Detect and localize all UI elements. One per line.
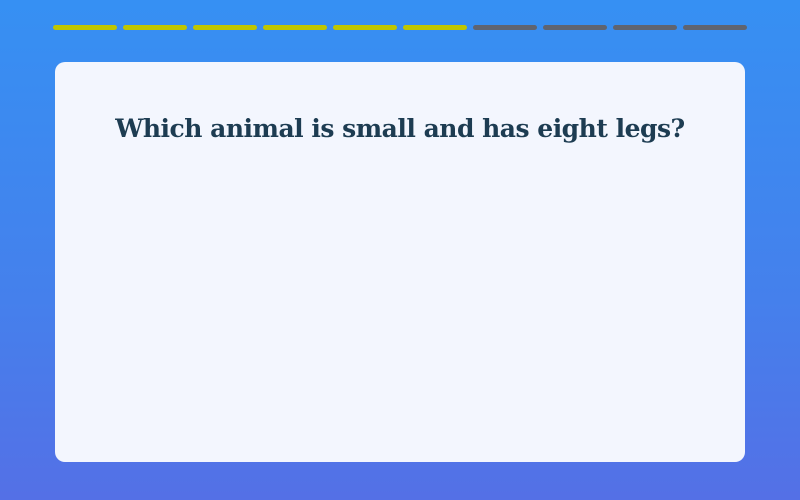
progress-segment-completed (333, 25, 397, 30)
progress-segment-remaining (683, 25, 747, 30)
progress-segment-completed (403, 25, 467, 30)
progress-segment-remaining (613, 25, 677, 30)
progress-segment-completed (193, 25, 257, 30)
question-text: Which animal is small and has eight legs… (115, 114, 685, 143)
progress-segment-completed (123, 25, 187, 30)
progress-segment-completed (263, 25, 327, 30)
progress-segment-remaining (543, 25, 607, 30)
progress-segment-completed (53, 25, 117, 30)
quiz-progress-bar (53, 25, 747, 30)
progress-segment-remaining (473, 25, 537, 30)
